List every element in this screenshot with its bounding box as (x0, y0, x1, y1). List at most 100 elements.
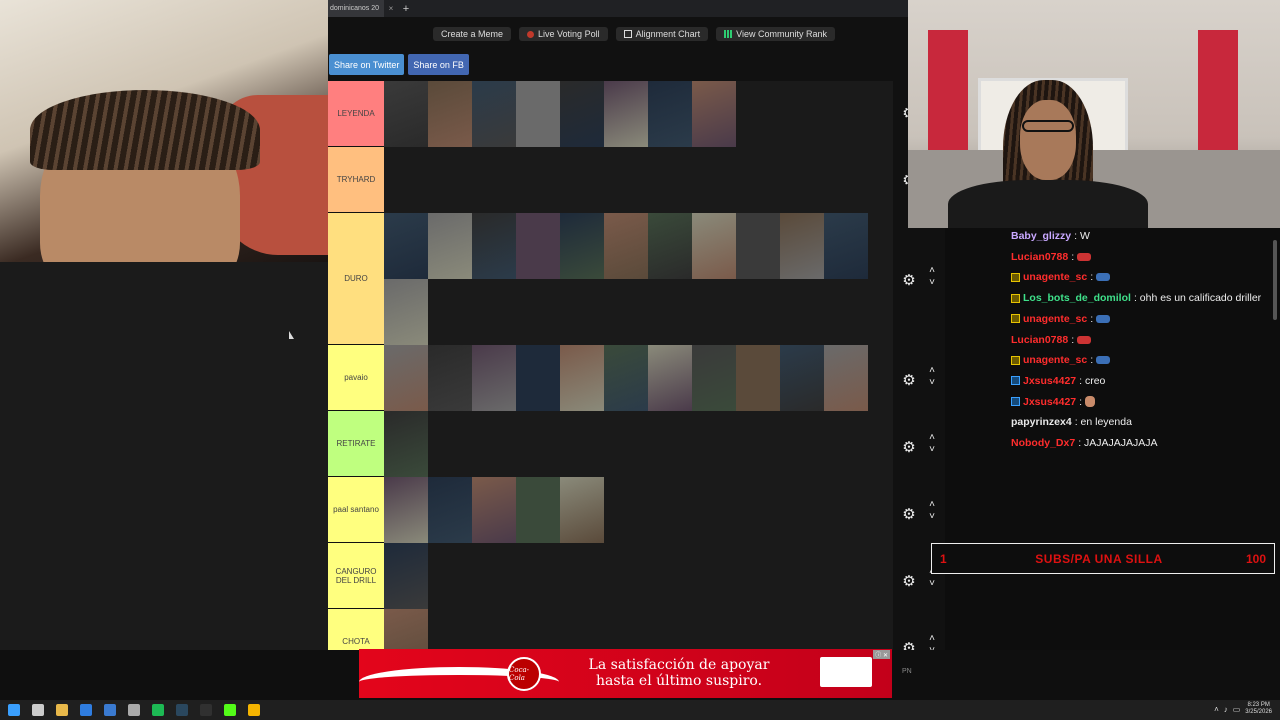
chevron-down-icon[interactable]: ˅ (926, 444, 938, 456)
tier-item-thumbnail[interactable] (692, 345, 736, 411)
tier-item-thumbnail[interactable] (384, 345, 428, 411)
chat-username[interactable]: Jxsus4427 (1023, 396, 1076, 408)
tier-label[interactable]: LEYENDA (328, 81, 384, 146)
tier-item-thumbnail[interactable] (384, 477, 428, 543)
tier-item-thumbnail[interactable] (472, 345, 516, 411)
tier-item-thumbnail[interactable] (516, 213, 560, 279)
tier-item-thumbnail[interactable] (648, 213, 692, 279)
tier-item-thumbnail[interactable] (780, 213, 824, 279)
windows-icon[interactable] (8, 704, 20, 716)
kick-icon[interactable] (224, 704, 236, 716)
tier-item-thumbnail[interactable] (428, 81, 472, 147)
tier-item-thumbnail[interactable] (516, 345, 560, 411)
chat-username[interactable]: Nobody_Dx7 (1011, 437, 1075, 449)
tab-close-icon[interactable]: × (384, 4, 398, 13)
tier-item-thumbnail[interactable] (516, 81, 560, 147)
tier-item-thumbnail[interactable] (824, 345, 868, 411)
browser-tab[interactable]: dominicanos 20 (328, 0, 384, 17)
chat-username[interactable]: unagente_sc (1023, 313, 1087, 325)
clock[interactable]: 8:23 PM 3/25/2026 (1245, 702, 1272, 716)
tier-item-thumbnail[interactable] (560, 477, 604, 543)
store-icon[interactable] (104, 704, 116, 716)
tier-label[interactable]: paal santano (328, 477, 384, 542)
tier-item-thumbnail[interactable] (384, 279, 428, 345)
community-rank-button[interactable]: View Community Rank (716, 27, 835, 41)
tier-item-thumbnail[interactable] (780, 345, 824, 411)
tier-item-thumbnail[interactable] (384, 543, 428, 609)
share-twitter-button[interactable]: Share on Twitter (329, 54, 405, 75)
tier-label[interactable]: CANGURO DEL DRILL (328, 543, 384, 608)
create-meme-button[interactable]: Create a Meme (433, 27, 512, 41)
chat-username[interactable]: Jxsus4427 (1023, 375, 1076, 387)
new-tab-icon[interactable]: + (398, 3, 414, 15)
edge-icon[interactable] (80, 704, 92, 716)
steam-icon[interactable] (176, 704, 188, 716)
tier-item-thumbnail[interactable] (560, 213, 604, 279)
chevron-down-icon[interactable]: ˅ (926, 511, 938, 523)
gear-icon[interactable]: ⚙ (901, 440, 917, 456)
pen-icon[interactable] (128, 704, 140, 716)
tier-label[interactable]: RETIRATE (328, 411, 384, 476)
chat-username[interactable]: Baby_glizzy (1011, 230, 1071, 242)
coca-cola-ad-banner[interactable]: Coca-Cola La satisfacción de apoyar hast… (359, 649, 892, 698)
search-icon[interactable] (32, 704, 44, 716)
chevron-up-icon[interactable]: ˄ (926, 365, 938, 377)
tier-item-thumbnail[interactable] (604, 213, 648, 279)
tier-label[interactable]: pavaio (328, 345, 384, 410)
tier-item-thumbnail[interactable] (384, 411, 428, 477)
volume-icon[interactable]: ♪ (1224, 705, 1228, 714)
gear-icon[interactable]: ⚙ (901, 507, 917, 523)
tier-item-thumbnail[interactable] (472, 477, 516, 543)
network-icon[interactable]: ▭ (1233, 705, 1241, 714)
ad-close-icon[interactable]: ⓘ ✕ (873, 650, 890, 659)
tier-item-thumbnail[interactable] (736, 345, 780, 411)
tier-item-thumbnail[interactable] (648, 81, 692, 147)
alignment-chart-button[interactable]: Alignment Chart (615, 27, 709, 41)
gear-icon[interactable]: ⚙ (901, 373, 917, 389)
goal-current: 1 (940, 551, 947, 566)
chevron-down-icon[interactable]: ˅ (926, 578, 938, 590)
tier-label[interactable]: DURO (328, 213, 384, 344)
gear-icon[interactable]: ⚙ (901, 273, 917, 289)
chat-username[interactable]: unagente_sc (1023, 271, 1087, 283)
spotify-icon[interactable] (152, 704, 164, 716)
tier-item-thumbnail[interactable] (516, 477, 560, 543)
tier-item-thumbnail[interactable] (560, 81, 604, 147)
chevron-down-icon[interactable]: ˅ (926, 377, 938, 389)
chat-scrollbar[interactable] (1273, 240, 1277, 320)
tier-item-thumbnail[interactable] (692, 81, 736, 147)
gear-icon[interactable]: ⚙ (901, 574, 917, 590)
tier-item-thumbnail[interactable] (472, 213, 516, 279)
tier-item-thumbnail[interactable] (560, 345, 604, 411)
live-voting-button[interactable]: Live Voting Poll (519, 27, 608, 41)
tier-item-thumbnail[interactable] (384, 213, 428, 279)
share-fb-button[interactable]: Share on FB (408, 54, 469, 75)
chevron-down-icon[interactable]: ˅ (926, 277, 938, 289)
tier-item-thumbnail[interactable] (384, 81, 428, 147)
tier-item-thumbnail[interactable] (428, 345, 472, 411)
tier-item-thumbnail[interactable] (692, 213, 736, 279)
tier-item-thumbnail[interactable] (604, 81, 648, 147)
tray-chevron-icon[interactable]: ˄ (1214, 705, 1219, 714)
tier-item-thumbnail[interactable] (604, 345, 648, 411)
tier-item-thumbnail[interactable] (824, 213, 868, 279)
chevron-up-icon[interactable]: ˄ (926, 432, 938, 444)
tier-item-thumbnail[interactable] (428, 213, 472, 279)
file-explorer-icon[interactable] (56, 704, 68, 716)
obs-icon[interactable] (200, 704, 212, 716)
tier-item-thumbnail[interactable] (648, 345, 692, 411)
chevron-up-icon[interactable]: ˄ (926, 499, 938, 511)
tier-item-thumbnail[interactable] (472, 81, 516, 147)
tier-item-thumbnail[interactable] (428, 477, 472, 543)
chat-text: : (1090, 312, 1094, 325)
chevron-up-icon[interactable]: ˄ (926, 265, 938, 277)
tier-label[interactable]: TRYHARD (328, 147, 384, 212)
chat-username[interactable]: Lucian0788 (1011, 334, 1068, 346)
tier-item-thumbnail[interactable] (736, 213, 780, 279)
chat-username[interactable]: unagente_sc (1023, 354, 1087, 366)
chrome-icon[interactable] (248, 704, 260, 716)
chat-username[interactable]: papyrinzex4 (1011, 416, 1072, 428)
chevron-up-icon[interactable]: ˄ (926, 633, 938, 645)
chat-username[interactable]: Los_bots_de_domilol (1023, 292, 1131, 304)
chat-username[interactable]: Lucian0788 (1011, 251, 1068, 263)
